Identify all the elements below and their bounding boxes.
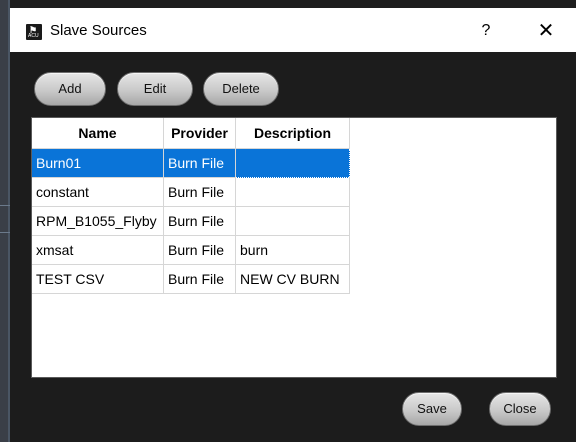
column-header-provider[interactable]: Provider	[163, 118, 236, 149]
help-button[interactable]: ?	[474, 20, 498, 42]
table-row[interactable]: Burn01 Burn File	[32, 148, 350, 178]
background-divider	[0, 232, 10, 233]
save-button[interactable]: Save	[402, 392, 462, 426]
table-row[interactable]: xmsat Burn File burn	[32, 235, 350, 265]
background-window-edge	[0, 0, 576, 8]
column-header-description[interactable]: Description	[235, 118, 350, 149]
sources-table: Name Provider Description Burn01 Burn Fi…	[32, 118, 350, 294]
cell-name[interactable]: constant	[32, 177, 164, 207]
table-header-row: Name Provider Description	[32, 118, 350, 149]
cell-description[interactable]	[235, 148, 350, 178]
edit-button[interactable]: Edit	[117, 72, 193, 106]
cell-description[interactable]: burn	[235, 235, 350, 265]
background-divider	[0, 205, 10, 206]
window-title: Slave Sources	[50, 22, 147, 39]
column-header-name[interactable]: Name	[32, 118, 164, 149]
cell-description[interactable]	[235, 206, 350, 236]
cell-provider[interactable]: Burn File	[163, 177, 236, 207]
cell-name[interactable]: xmsat	[32, 235, 164, 265]
cell-description[interactable]: NEW CV BURN	[235, 264, 350, 294]
delete-button[interactable]: Delete	[203, 72, 279, 106]
close-button[interactable]: Close	[489, 392, 551, 426]
cell-name[interactable]: TEST CSV	[32, 264, 164, 294]
cell-name[interactable]: RPM_B1055_Flyby	[32, 206, 164, 236]
slave-sources-dialog: ⚑ ACU Slave Sources ? ✕ Add Edit Delete …	[10, 8, 576, 442]
cell-description[interactable]	[235, 177, 350, 207]
table-row[interactable]: constant Burn File	[32, 177, 350, 207]
cell-provider[interactable]: Burn File	[163, 264, 236, 294]
sources-table-panel: Name Provider Description Burn01 Burn Fi…	[31, 117, 557, 378]
table-row[interactable]: TEST CSV Burn File NEW CV BURN	[32, 264, 350, 294]
cell-name[interactable]: Burn01	[32, 148, 164, 178]
cell-provider[interactable]: Burn File	[163, 206, 236, 236]
cell-provider[interactable]: Burn File	[163, 235, 236, 265]
close-window-button[interactable]: ✕	[532, 18, 560, 44]
acu-app-icon: ⚑ ACU	[26, 24, 42, 40]
cell-provider[interactable]: Burn File	[163, 148, 236, 178]
table-row[interactable]: RPM_B1055_Flyby Burn File	[32, 206, 350, 236]
add-button[interactable]: Add	[34, 72, 106, 106]
title-bar: ⚑ ACU Slave Sources ? ✕	[10, 8, 576, 52]
